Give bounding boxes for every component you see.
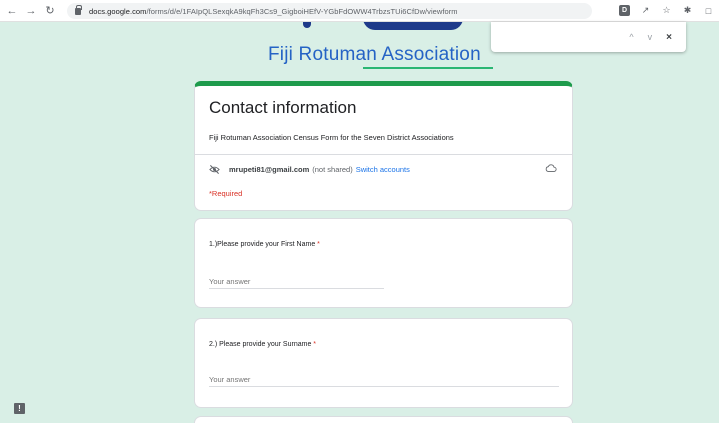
account-row: mrupeti81@gmail.com (not shared) Switch … — [209, 164, 410, 175]
account-email: mrupeti81@gmail.com — [229, 165, 310, 174]
eye-off-icon — [209, 164, 220, 175]
logo-underline — [363, 67, 493, 69]
form-title-card: Contact information Fiji Rotuman Associa… — [194, 81, 573, 211]
toolbar-icons: D ↗ ☆ ✱ □ — [618, 4, 715, 17]
find-close-icon[interactable]: × — [666, 32, 672, 43]
feedback-icon[interactable]: ! — [14, 403, 25, 414]
find-next-icon[interactable]: v — [648, 32, 653, 42]
account-shared-status: (not shared) — [312, 165, 353, 174]
title-divider — [195, 154, 572, 155]
question-label: 2.) Please provide your Surname * — [209, 341, 317, 348]
address-bar[interactable]: docs.google.com/forms/d/e/1FAIpQLSexqkA9… — [67, 3, 592, 19]
extensions-puzzle-icon[interactable]: ✱ — [681, 4, 694, 17]
browser-toolbar: ← → ↻ docs.google.com/forms/d/e/1FAIpQLS… — [0, 0, 719, 22]
back-icon[interactable]: ← — [5, 4, 19, 18]
side-panel-icon[interactable]: □ — [702, 4, 715, 17]
required-asterisk: * — [313, 341, 317, 348]
form-description: Fiji Rotuman Association Census Form for… — [209, 133, 454, 142]
required-note: *Required — [209, 189, 243, 198]
reload-icon[interactable]: ↻ — [43, 4, 57, 18]
org-name: Fiji Rotuman Association — [268, 44, 481, 65]
question-card-first-name: 1.)Please provide your First Name * — [194, 218, 573, 308]
lock-icon — [75, 4, 82, 15]
first-name-input[interactable] — [209, 275, 384, 289]
logo-swoosh — [363, 22, 463, 30]
bookmark-star-icon[interactable]: ☆ — [660, 4, 673, 17]
surname-input[interactable] — [209, 373, 559, 387]
find-bar: ^ v × — [491, 22, 686, 52]
logo-graphic — [303, 22, 311, 28]
cloud-save-icon — [545, 164, 557, 172]
extension-badge-icon[interactable]: D — [618, 4, 631, 17]
url-text: docs.google.com/forms/d/e/1FAIpQLSexqkA9… — [89, 6, 458, 16]
switch-accounts-link[interactable]: Switch accounts — [356, 165, 410, 174]
share-icon[interactable]: ↗ — [639, 4, 652, 17]
question-card-next — [194, 416, 573, 423]
find-previous-icon[interactable]: ^ — [629, 32, 633, 42]
form-title: Contact information — [209, 98, 357, 117]
question-label: 1.)Please provide your First Name * — [209, 241, 320, 248]
question-card-surname: 2.) Please provide your Surname * — [194, 318, 573, 408]
forward-icon[interactable]: → — [24, 4, 38, 18]
required-asterisk: * — [317, 241, 320, 248]
